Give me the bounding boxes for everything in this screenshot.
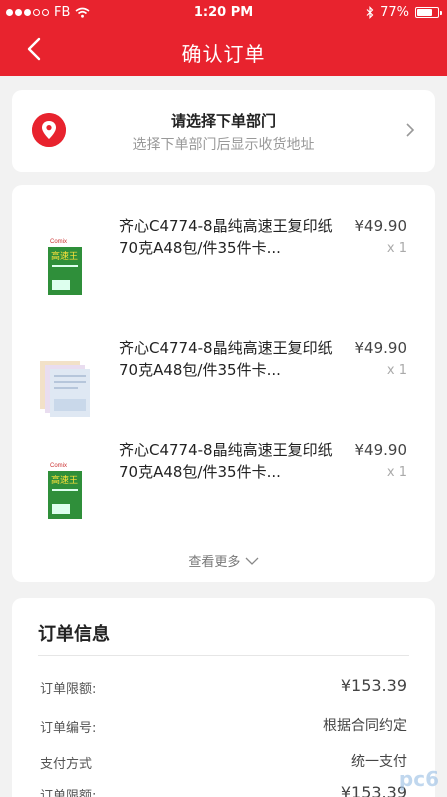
row-label: 订单限额: bbox=[40, 789, 97, 797]
product-image: Comix 高速王 bbox=[48, 457, 82, 519]
row-value: 根据合同约定 bbox=[323, 718, 407, 734]
svg-text:Comix: Comix bbox=[50, 463, 67, 469]
show-more-button[interactable]: 查看更多 bbox=[12, 551, 435, 570]
app-header: FB 1:20 PM 77% 确认订单 bbox=[0, 0, 447, 76]
product-price: ¥49.90 bbox=[354, 339, 408, 357]
row-label: 订单编号: bbox=[40, 721, 97, 736]
product-name: 齐心C4774-8晶纯高速王复印纸70克A48包/件35件卡... bbox=[119, 339, 333, 379]
svg-text:高速王: 高速王 bbox=[51, 474, 78, 486]
product-quantity: x 1 bbox=[386, 241, 407, 256]
battery-percent: 77% bbox=[380, 5, 409, 20]
goods-list: Comix 高速王 齐心C4774-8晶纯高速王复印纸70克A48包/件35件卡… bbox=[12, 185, 435, 582]
show-more-label: 查看更多 bbox=[188, 555, 241, 570]
product-name: 齐心C4774-8晶纯高速王复印纸70克A48包/件35件卡... bbox=[119, 217, 333, 257]
bluetooth-icon bbox=[366, 6, 374, 19]
row-value: ¥153.39 bbox=[340, 676, 407, 695]
chevron-right-icon bbox=[406, 123, 415, 137]
product-image: Comix 高速王 bbox=[48, 233, 82, 295]
row-label: 订单限额: bbox=[40, 682, 97, 697]
row-label: 支付方式 bbox=[40, 757, 93, 772]
divider bbox=[38, 655, 409, 656]
product-item[interactable]: Comix 高速王 齐心C4774-8晶纯高速王复印纸70克A48包/件35件卡… bbox=[12, 439, 435, 539]
product-item[interactable]: Comix 高速王 齐心C4774-8晶纯高速王复印纸70克A48包/件35件卡… bbox=[12, 215, 435, 315]
battery-icon bbox=[415, 7, 442, 18]
product-price: ¥49.90 bbox=[354, 217, 408, 235]
order-info-row: 支付方式 统一支付 bbox=[40, 750, 407, 774]
order-info-heading: 订单信息 bbox=[38, 624, 110, 645]
watermark-logo: pc6 bbox=[398, 767, 439, 791]
department-subtitle: 选择下单部门后显示收货地址 bbox=[132, 137, 315, 153]
location-pin-icon bbox=[32, 113, 66, 147]
order-info-panel: 订单信息 订单限额: ¥153.39 订单编号: 根据合同约定 支付方式 统一支… bbox=[12, 598, 435, 797]
svg-text:高速王: 高速王 bbox=[51, 250, 78, 262]
page-title: 确认订单 bbox=[181, 42, 266, 66]
svg-text:Comix: Comix bbox=[50, 239, 67, 245]
row-value: ¥153.39 bbox=[340, 783, 407, 797]
status-bar: FB 1:20 PM 77% bbox=[0, 0, 447, 26]
chevron-down-icon bbox=[245, 557, 259, 565]
product-quantity: x 1 bbox=[386, 363, 407, 378]
product-item[interactable]: 齐心C4774-8晶纯高速王复印纸70克A48包/件35件卡... ¥49.90… bbox=[12, 337, 435, 437]
order-info-row: 订单限额: ¥153.39 bbox=[40, 675, 407, 699]
order-info-row: 订单编号: 根据合同约定 bbox=[40, 714, 407, 738]
department-title: 请选择下单部门 bbox=[170, 112, 276, 130]
product-name: 齐心C4774-8晶纯高速王复印纸70克A48包/件35件卡... bbox=[119, 441, 333, 481]
order-info-row: 订单限额: ¥153.39 bbox=[40, 782, 407, 797]
product-quantity: x 1 bbox=[386, 465, 407, 480]
product-price: ¥49.90 bbox=[354, 441, 408, 459]
product-image bbox=[40, 361, 90, 417]
department-selector[interactable]: 请选择下单部门 选择下单部门后显示收货地址 bbox=[12, 90, 435, 172]
